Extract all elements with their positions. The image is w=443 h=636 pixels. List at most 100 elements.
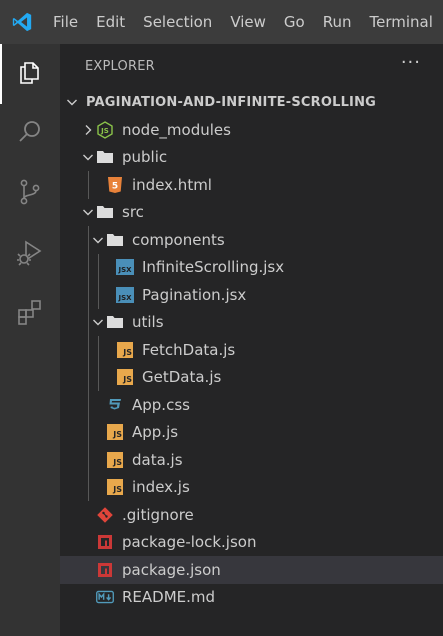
extensions-icon (16, 298, 44, 330)
tree-item-label: Pagination.jsx (142, 285, 247, 304)
tree-folder-row[interactable]: utils (60, 308, 443, 336)
chevron-down-icon[interactable] (80, 204, 96, 220)
tree-item-label: FetchData.js (142, 340, 236, 359)
twistie-spacer (100, 369, 116, 385)
tree-item-label: App.js (132, 423, 179, 442)
menu-bar: File Edit Selection View Go Run Terminal (0, 0, 443, 44)
folder-icon (96, 203, 114, 221)
tree-file-row[interactable]: App.css (60, 391, 443, 419)
indent-guide (88, 473, 89, 501)
tree-file-row[interactable]: JS data.js (60, 446, 443, 474)
tree-folder-row[interactable]: JS node_modules (60, 116, 443, 144)
chevron-down-icon[interactable] (80, 149, 96, 165)
explorer-title: EXPLORER (85, 58, 155, 74)
indent-guide (88, 363, 89, 391)
twistie-spacer (90, 424, 106, 440)
activity-run-debug-button[interactable] (0, 224, 60, 284)
menu-run[interactable]: Run (314, 0, 361, 44)
npm-icon (96, 533, 114, 551)
nodejs-folder-icon: JS (96, 120, 114, 139)
indent-guide (88, 308, 89, 336)
activity-search-button[interactable] (0, 104, 60, 164)
tree-file-row[interactable]: JS FetchData.js (60, 336, 443, 364)
chevron-down-icon[interactable] (64, 94, 80, 110)
indent-guide (98, 363, 99, 391)
javascript-icon: JS (106, 451, 124, 469)
vscode-logo-icon (0, 0, 44, 44)
tree-file-row[interactable]: JS App.js (60, 418, 443, 446)
indent-guide (88, 226, 89, 254)
tree-folder-row[interactable]: public (60, 144, 443, 172)
tree-file-row[interactable]: package-lock.json (60, 529, 443, 557)
svg-text:5: 5 (112, 181, 118, 191)
twistie-spacer (90, 397, 106, 413)
tree-file-row[interactable]: JSX Pagination.jsx (60, 281, 443, 309)
twistie-spacer (90, 479, 106, 495)
file-tree: JS node_modulespublic 5 index.html src compon… (60, 116, 443, 611)
tree-item-label: public (122, 148, 168, 167)
tree-item-label: components (132, 230, 225, 249)
chevron-right-icon[interactable] (80, 122, 96, 138)
menu-selection[interactable]: Selection (134, 0, 221, 44)
run-debug-icon (16, 238, 44, 270)
indent-guide (88, 391, 89, 419)
javascript-icon: JS (116, 341, 134, 359)
tree-item-label: node_modules (122, 120, 231, 139)
workspace-root-folder[interactable]: PAGINATION-AND-INFINITE-SCROLLING (60, 88, 443, 116)
more-actions-icon[interactable]: ··· (401, 54, 421, 74)
activity-explorer-button[interactable] (0, 44, 60, 104)
tree-folder-row[interactable]: components (60, 226, 443, 254)
react-jsx-icon: JSX (116, 258, 134, 276)
twistie-spacer (100, 287, 116, 303)
tree-item-label: data.js (132, 450, 183, 469)
indent-guide (88, 336, 89, 364)
menu-go[interactable]: Go (275, 0, 314, 44)
workspace-root-title: PAGINATION-AND-INFINITE-SCROLLING (86, 94, 377, 110)
menu-edit[interactable]: Edit (87, 0, 134, 44)
chevron-down-icon[interactable] (90, 232, 106, 248)
twistie-spacer (80, 562, 96, 578)
tree-item-label: package.json (122, 560, 221, 579)
search-icon (16, 118, 44, 150)
tree-item-label: package-lock.json (122, 533, 257, 552)
explorer-icon (16, 58, 44, 90)
tree-file-row[interactable]: JS index.js (60, 473, 443, 501)
tree-item-label: .gitignore (122, 505, 194, 524)
tree-item-label: index.html (132, 175, 212, 194)
menu-terminal[interactable]: Terminal (361, 0, 442, 44)
svg-text:JS: JS (100, 127, 109, 135)
tree-item-label: GetData.js (142, 368, 222, 387)
html5-icon: 5 (106, 176, 124, 194)
folder-icon (106, 313, 124, 331)
activity-source-control-button[interactable] (0, 164, 60, 224)
twistie-spacer (80, 589, 96, 605)
indent-guide (88, 446, 89, 474)
twistie-spacer (80, 507, 96, 523)
tree-file-row[interactable]: package.json (60, 556, 443, 584)
indent-guide (98, 253, 99, 281)
indent-guide (88, 253, 89, 281)
indent-guide (88, 281, 89, 309)
tree-item-label: README.md (122, 588, 216, 607)
explorer-header: EXPLORER ··· (60, 44, 443, 88)
menu-file[interactable]: File (44, 0, 87, 44)
markdown-icon (96, 588, 114, 606)
tree-file-row[interactable]: 5 index.html (60, 171, 443, 199)
git-icon (96, 506, 114, 524)
tree-item-label: utils (132, 313, 164, 332)
tree-file-row[interactable]: JS GetData.js (60, 363, 443, 391)
twistie-spacer (100, 259, 116, 275)
indent-guide (98, 336, 99, 364)
tree-folder-row[interactable]: src (60, 199, 443, 227)
tree-file-row[interactable]: .gitignore (60, 501, 443, 529)
twistie-spacer (90, 452, 106, 468)
chevron-down-icon[interactable] (90, 314, 106, 330)
activity-bar (0, 44, 60, 636)
tree-file-row[interactable]: README.md (60, 584, 443, 612)
activity-extensions-button[interactable] (0, 284, 60, 344)
npm-icon (96, 561, 114, 579)
explorer-sidebar: EXPLORER ··· PAGINATION-AND-INFINITE-SCR… (60, 44, 443, 636)
menu-view[interactable]: View (221, 0, 275, 44)
tree-file-row[interactable]: JSX InfiniteScrolling.jsx (60, 253, 443, 281)
source-control-icon (16, 178, 44, 210)
